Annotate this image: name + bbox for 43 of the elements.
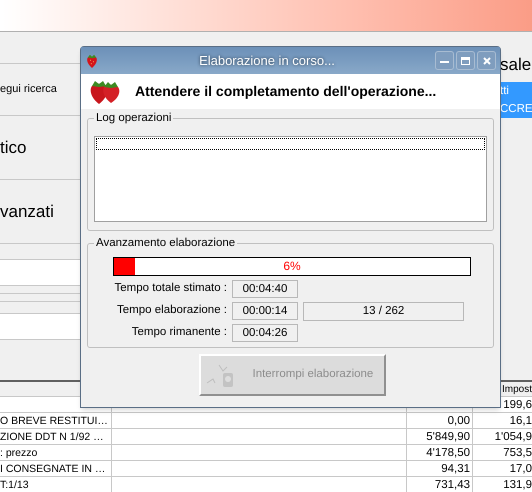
column-title: sale <box>500 54 532 76</box>
time-field: 00:04:40 <box>232 280 298 298</box>
table-cell: 94,31 <box>441 463 470 475</box>
panel-option[interactable]: tico <box>0 134 26 160</box>
table-cell: 16,1 <box>510 415 532 427</box>
close-button[interactable] <box>477 51 496 70</box>
table-cell: 199,6 <box>503 399 532 411</box>
dialog-heading: Attendere il completamento dell'operazione... <box>135 82 436 101</box>
table-cell: 17,0 <box>510 463 532 475</box>
table-cell: 131,9 <box>503 479 532 491</box>
minimize-button[interactable] <box>435 51 454 70</box>
panel-option[interactable]: vanzati <box>0 198 54 224</box>
time-field: 00:00:14 <box>232 302 298 320</box>
table-cell: 753,5 <box>503 447 532 459</box>
table-cell: ZIONE DDT N 1/92 … <box>0 431 104 443</box>
table-cell: O BREVE RESTITUI… <box>0 415 108 427</box>
progress-percent: 6% <box>282 258 302 275</box>
time-field: 00:04:26 <box>232 324 298 342</box>
column-header[interactable]: Impost <box>502 382 532 396</box>
counter-field: 13 / 262 <box>303 302 464 320</box>
strawberry-icon <box>85 52 99 68</box>
table-cell: : prezzo <box>0 447 38 459</box>
panel-option[interactable]: egui ricerca <box>0 81 57 98</box>
log-list[interactable] <box>94 136 487 222</box>
list-row[interactable] <box>0 260 80 286</box>
table-cell: 731,43 <box>434 479 470 491</box>
close-icon <box>482 56 490 64</box>
maximize-button[interactable] <box>456 51 475 70</box>
group-label: Log operazioni <box>94 111 174 125</box>
table-cell: 4'178,50 <box>426 447 470 459</box>
time-label: Tempo totale stimato : <box>114 281 228 296</box>
row-text: tti <box>500 84 510 99</box>
table-cell: 0,00 <box>448 415 470 427</box>
row-text: CCRE <box>500 102 532 117</box>
time-label: Tempo elaborazione : <box>116 303 228 318</box>
maximize-icon <box>461 56 470 64</box>
table-cell: T:1/13 <box>0 479 29 491</box>
table-cell: 1'054,9 <box>494 431 532 443</box>
time-label: Tempo rimanente : <box>130 325 228 340</box>
list-row[interactable] <box>0 314 80 340</box>
window-title: Elaborazione in corso... <box>198 52 336 70</box>
table-cell: 5'849,90 <box>426 431 470 443</box>
table-cell: I CONSEGNATE IN … <box>0 463 106 475</box>
